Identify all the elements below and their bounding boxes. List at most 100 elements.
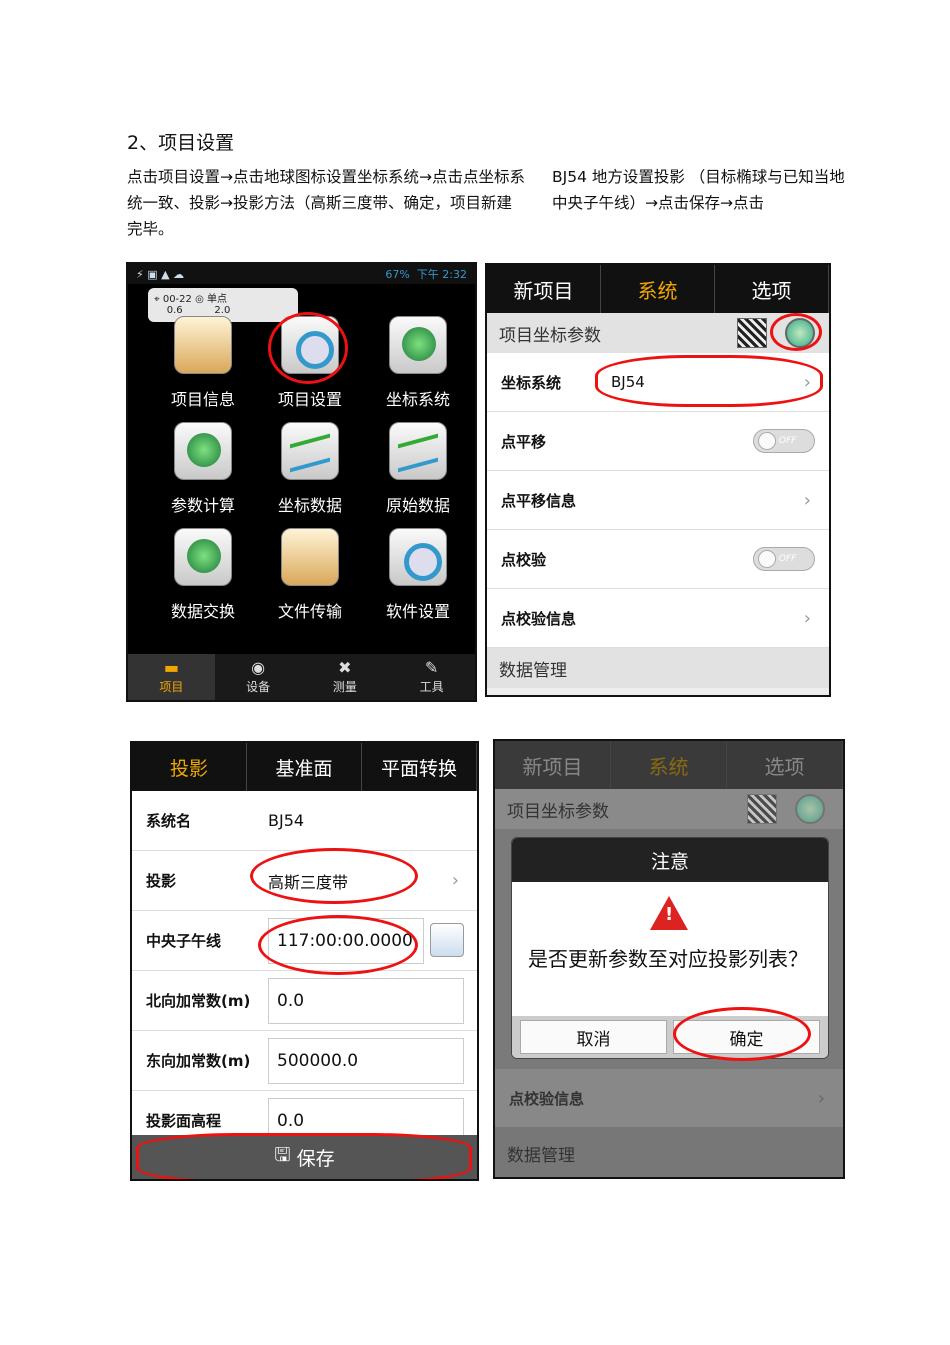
screenshot-projection: 投影 基准面 平面转换 系统名 BJ54 投影 高斯三度带 › 中央子午线 117:00… bbox=[130, 741, 479, 1181]
row-value: BJ54 bbox=[611, 373, 645, 391]
tab-new-project[interactable]: 新项目 bbox=[487, 265, 601, 313]
chart-icon bbox=[281, 422, 339, 480]
top-tabs: 投影 基准面 平面转换 bbox=[132, 743, 477, 791]
section-title: 项目坐标参数 bbox=[507, 801, 609, 822]
tab-tools[interactable]: ✎ 工具 bbox=[388, 654, 475, 700]
menu-item-data-exchange[interactable]: 数据交换 bbox=[148, 528, 258, 622]
section-title: 项目坐标参数 bbox=[499, 325, 601, 346]
false-northing-input[interactable]: 0.0 bbox=[268, 978, 464, 1024]
menu-label: 参数计算 bbox=[170, 496, 235, 515]
tab-system[interactable]: 系统 bbox=[611, 741, 727, 789]
section-heading: 2、项目设置 bbox=[127, 132, 235, 154]
confirm-dialog: 注意 是否更新参数至对应投影列表？ 取消 确定 bbox=[511, 837, 829, 1059]
menu-item-software-settings[interactable]: 软件设置 bbox=[363, 528, 473, 622]
fx-globe-icon bbox=[174, 422, 232, 480]
menu-item-project-settings[interactable]: 项目设置 bbox=[255, 316, 365, 410]
false-easting-input[interactable]: 500000.0 bbox=[268, 1038, 464, 1084]
menu-label: 文件传输 bbox=[277, 602, 342, 621]
screenshot-confirm-dialog: 新项目 系统 选项 项目坐标参数 注意 是否更新参数至对应投影列表？ 取消 确定… bbox=[493, 739, 845, 1179]
row-label: 点校验信息 bbox=[501, 609, 577, 628]
tab-device[interactable]: ◉ 设备 bbox=[215, 654, 302, 700]
central-meridian-input[interactable]: 117:00:00.0000 bbox=[268, 918, 424, 964]
survey-icon: ✖ bbox=[338, 658, 352, 677]
row-coordinate-system[interactable]: 坐标系统 BJ54 › bbox=[487, 353, 829, 412]
field-false-easting: 东向加常数(m) 500000.0 bbox=[132, 1031, 477, 1091]
chevron-right-icon: › bbox=[817, 1087, 825, 1109]
status-time: 下午 2:32 bbox=[416, 268, 467, 281]
file-transfer-icon bbox=[281, 528, 339, 586]
toggle-switch[interactable]: OFF bbox=[753, 547, 815, 571]
target-icon: ◎ bbox=[195, 294, 204, 305]
tab-new-project[interactable]: 新项目 bbox=[495, 741, 611, 789]
menu-item-coordinate-data[interactable]: 坐标数据 bbox=[255, 422, 365, 516]
field-projection[interactable]: 投影 高斯三度带 › bbox=[132, 851, 477, 911]
menu-item-raw-data[interactable]: 原始数据 bbox=[363, 422, 473, 516]
row-point-check-info: 点校验信息 › bbox=[495, 1069, 843, 1128]
tab-datum[interactable]: 基准面 bbox=[247, 743, 362, 791]
field-false-northing: 北向加常数(m) 0.0 bbox=[132, 971, 477, 1031]
toggle-state: OFF bbox=[778, 436, 797, 446]
tip-age: 00-22 bbox=[162, 294, 192, 305]
database-chart-icon bbox=[389, 422, 447, 480]
notification-icons: ⚡ ▣ ▲ ☁ bbox=[136, 267, 185, 281]
tab-project[interactable]: ▬ 项目 bbox=[128, 654, 215, 700]
globe-icon[interactable] bbox=[785, 318, 815, 348]
tab-options[interactable]: 选项 bbox=[727, 741, 843, 789]
section-data-management: 数据管理 bbox=[495, 1128, 843, 1177]
tab-options[interactable]: 选项 bbox=[715, 265, 829, 313]
folder-icon: ▬ bbox=[163, 658, 179, 677]
section-header: 项目坐标参数 bbox=[495, 789, 843, 829]
floppy-icon: 🖫 bbox=[274, 1144, 297, 1166]
bottom-tab-bar: ▬ 项目 ◉ 设备 ✖ 测量 ✎ 工具 bbox=[128, 654, 475, 700]
tip-vrms: 2.0 bbox=[214, 305, 231, 316]
instruction-text-right: BJ54 地方设置投影 （目标椭球与已知当地 中央子午线）→点击保存→点击 bbox=[552, 168, 845, 212]
menu-item-project-info[interactable]: 项目信息 bbox=[148, 316, 258, 410]
menu-item-param-calc[interactable]: 参数计算 bbox=[148, 422, 258, 516]
menu-label: 项目信息 bbox=[170, 390, 235, 409]
tip-solution: 单点 bbox=[207, 294, 227, 305]
tab-system[interactable]: 系统 bbox=[601, 265, 715, 313]
section-data-management[interactable]: 数据管理 bbox=[487, 648, 829, 688]
row-point-check-info[interactable]: 点校验信息 › bbox=[487, 589, 829, 648]
cancel-button[interactable]: 取消 bbox=[520, 1020, 667, 1054]
row-point-shift-info[interactable]: 点平移信息 › bbox=[487, 471, 829, 530]
menu-item-coordinate-system[interactable]: 坐标系统 bbox=[363, 316, 473, 410]
instruction-text-left: 点击项目设置→点击地球图标设置坐标系统→点击点坐标系统一致、投影→投影方法（高斯… bbox=[127, 168, 525, 238]
chevron-right-icon: › bbox=[803, 489, 811, 511]
field-value: BJ54 bbox=[268, 811, 305, 830]
dialog-message: 是否更新参数至对应投影列表？ bbox=[528, 947, 808, 971]
save-button[interactable]: 🖫 保存 bbox=[132, 1135, 477, 1179]
battery-level: 67% bbox=[385, 268, 410, 281]
menu-label: 项目设置 bbox=[277, 390, 342, 409]
menu-label: 坐标数据 bbox=[277, 496, 342, 515]
field-label: 系统名 bbox=[146, 812, 192, 830]
field-label: 中央子午线 bbox=[146, 932, 222, 950]
screenshot-system-settings: 新项目 系统 选项 项目坐标参数 坐标系统 BJ54 › 点平移 OFF 点平移信息… bbox=[485, 263, 831, 697]
field-label: 投影面高程 bbox=[146, 1112, 222, 1130]
folder-icon bbox=[174, 316, 232, 374]
menu-label: 原始数据 bbox=[385, 496, 450, 515]
tab-label: 测量 bbox=[332, 680, 357, 694]
tab-plane-transform[interactable]: 平面转换 bbox=[362, 743, 477, 791]
row-label: 点校验信息 bbox=[509, 1089, 585, 1108]
tab-survey[interactable]: ✖ 测量 bbox=[302, 654, 389, 700]
field-value: 高斯三度带 bbox=[268, 872, 349, 892]
toggle-switch[interactable]: OFF bbox=[753, 429, 815, 453]
compass-icon[interactable] bbox=[430, 923, 464, 957]
menu-item-file-transfer[interactable]: 文件传输 bbox=[255, 528, 365, 622]
globe-icon bbox=[389, 316, 447, 374]
status-bar: ⚡ ▣ ▲ ☁ 67% 下午 2:32 bbox=[128, 264, 475, 284]
menu-label: 数据交换 bbox=[170, 602, 235, 621]
row-point-check: 点校验 OFF bbox=[487, 530, 829, 589]
chevron-right-icon: › bbox=[803, 371, 811, 393]
tab-label: 项目 bbox=[159, 680, 184, 694]
qr-code-icon[interactable] bbox=[737, 318, 767, 348]
field-label: 北向加常数(m) bbox=[146, 992, 251, 1010]
section-header: 项目坐标参数 bbox=[487, 313, 829, 353]
tab-projection[interactable]: 投影 bbox=[132, 743, 247, 791]
row-label: 点校验 bbox=[501, 550, 547, 569]
warning-icon bbox=[650, 896, 688, 930]
exchange-icon bbox=[174, 528, 232, 586]
ok-button[interactable]: 确定 bbox=[673, 1020, 820, 1054]
dialog-buttons: 取消 确定 bbox=[512, 1016, 828, 1058]
